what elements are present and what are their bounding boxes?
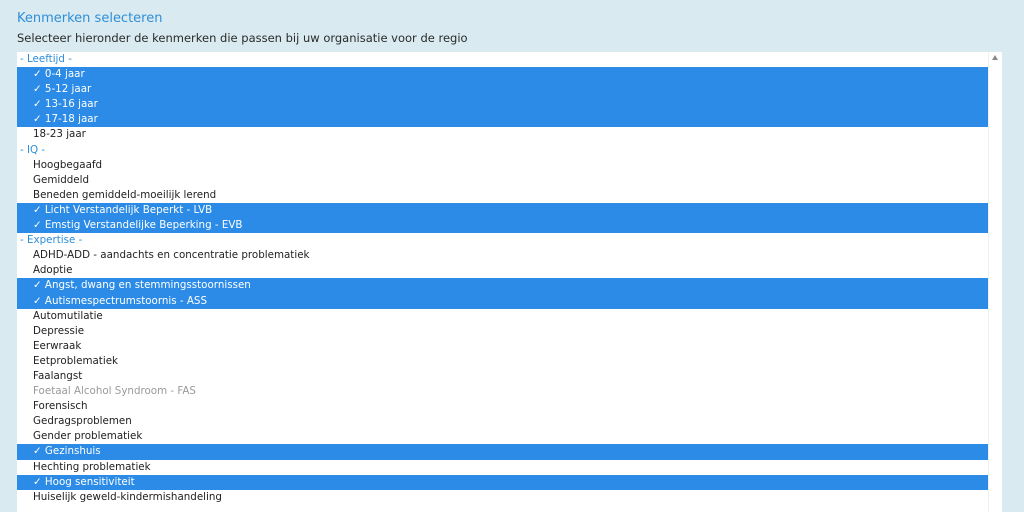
list-option-selected[interactable]: ✓ 13-16 jaar — [17, 97, 989, 113]
list-option-selected[interactable]: ✓ Autismespectrumstoornis - ASS — [17, 293, 989, 309]
list-option[interactable]: 18-23 jaar — [17, 127, 989, 142]
list-option[interactable]: Gender problematiek — [17, 429, 989, 444]
page-subtitle: Selecteer hieronder de kenmerken die pas… — [17, 31, 468, 45]
list-option[interactable]: Gedragsproblemen — [17, 414, 989, 429]
list-option[interactable]: Hechting problematiek — [17, 460, 989, 475]
list-option[interactable]: Huiselijk geweld-kindermishandeling — [17, 490, 989, 505]
list-option-selected[interactable]: ✓ 17-18 jaar — [17, 112, 989, 128]
characteristics-multiselect[interactable]: - Leeftijd - ✓ 0-4 jaar ✓ 5-12 jaar ✓ 13-16… — [17, 52, 1002, 512]
list-option: Foetaal Alcohol Syndroom - FAS — [33, 385, 196, 398]
list-option[interactable]: Eetproblematiek — [17, 354, 989, 369]
list-option[interactable]: ADHD-ADD - aandachts en concentratie pro… — [17, 248, 989, 263]
list-option-selected[interactable]: ✓ Hoog sensitiviteit — [17, 474, 989, 490]
list-option-selected[interactable]: ✓ Licht Verstandelijk Beperkt - LVB — [17, 202, 989, 219]
option-group-label: - IQ - — [20, 143, 46, 156]
list-option[interactable]: Eerwraak — [17, 339, 989, 354]
list-option-selected[interactable]: ✓ 0-4 jaar — [17, 67, 989, 83]
list-option-selected[interactable]: ✓ Emstig Verstandelijke Beperking - EVB — [17, 218, 989, 234]
list-option[interactable]: Depressie — [17, 324, 989, 339]
list-option-selected[interactable]: ✓ Angst, dwang en stemmingsstoornissen — [17, 278, 989, 294]
list-option[interactable]: Beneden gemiddeld-moeilijk lerend — [17, 188, 989, 203]
list-option-selected[interactable]: ✓ Gezinshuis — [17, 444, 989, 460]
option-group-label: - Expertise - — [20, 234, 83, 247]
scroll-up-arrow-icon[interactable] — [992, 55, 998, 60]
list-option[interactable]: Hoogbegaafd — [17, 158, 989, 173]
list-option[interactable]: Forensisch — [17, 399, 989, 414]
option-list: - Leeftijd - ✓ 0-4 jaar ✓ 5-12 jaar ✓ 13-16… — [17, 52, 989, 505]
scrollbar[interactable] — [988, 52, 1002, 512]
list-option[interactable]: Faalangst — [17, 369, 989, 384]
list-option[interactable]: Gemiddeld — [17, 173, 989, 188]
option-group-label: - Leeftijd - — [20, 53, 72, 65]
list-option[interactable]: Adoptie — [17, 263, 989, 278]
list-option-selected[interactable]: ✓ 5-12 jaar — [17, 82, 989, 98]
list-option[interactable]: Automutilatie — [17, 309, 989, 324]
page-title: Kenmerken selecteren — [17, 11, 163, 26]
